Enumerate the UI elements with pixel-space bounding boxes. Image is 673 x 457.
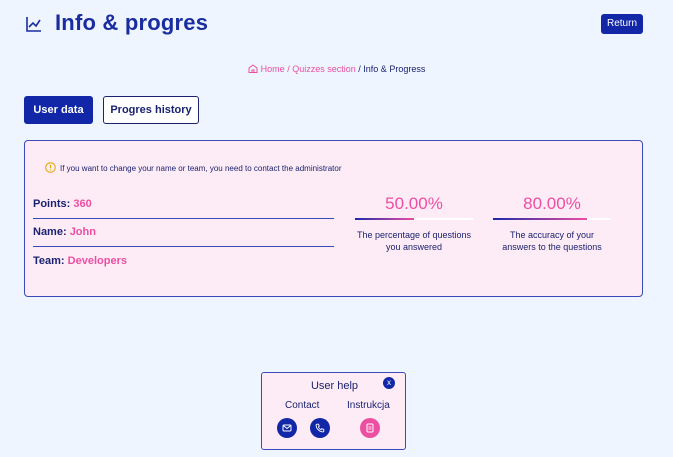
mail-button[interactable] <box>277 418 297 438</box>
mail-icon <box>282 424 292 432</box>
close-icon[interactable]: x <box>383 377 395 389</box>
admin-notice-text: If you want to change your name or team,… <box>60 164 342 173</box>
breadcrumb-separator: / <box>287 64 290 74</box>
answered-percentage-description: The percentage of questions you answered <box>356 230 472 252</box>
points-label: Points: <box>33 198 71 210</box>
accuracy-value: 80.00% <box>523 194 581 213</box>
home-icon <box>248 64 258 73</box>
points-value: 360 <box>73 198 92 210</box>
points-row: Points: 360 <box>33 198 334 219</box>
answered-progress-bar <box>355 218 473 220</box>
team-row: Team: Developers <box>33 255 334 267</box>
breadcrumb-separator: / <box>358 64 361 74</box>
user-data-card: If you want to change your name or team,… <box>24 140 643 297</box>
answered-percentage-value: 50.00% <box>385 194 443 213</box>
return-button[interactable]: Return <box>601 14 643 34</box>
accuracy-progress-fill <box>493 218 588 220</box>
breadcrumb-quizzes-link[interactable]: Quizzes section <box>292 64 356 74</box>
warning-icon <box>45 162 56 173</box>
answered-percentage-stat: 50.00% The percentage of questions you a… <box>354 194 474 253</box>
name-value: John <box>69 226 96 238</box>
tab-user-data[interactable]: User data <box>24 96 93 124</box>
accuracy-description: The accuracy of your answers to the ques… <box>502 230 602 252</box>
admin-notice: If you want to change your name or team,… <box>45 162 342 173</box>
user-help-panel: User help x Contact Instrukcja <box>261 372 406 450</box>
tab-progres-history[interactable]: Progres history <box>103 96 199 124</box>
contact-label: Contact <box>285 400 320 411</box>
breadcrumb-home-link[interactable]: Home <box>261 64 285 74</box>
phone-button[interactable] <box>310 418 330 438</box>
chart-line-icon <box>26 17 41 32</box>
name-label: Name: <box>33 226 67 238</box>
instructions-label: Instrukcja <box>347 400 390 411</box>
name-row: Name: John <box>33 226 334 247</box>
team-value: Developers <box>67 255 127 267</box>
team-label: Team: <box>33 255 65 267</box>
breadcrumb: Home / Quizzes section / Info & Progress <box>0 64 673 74</box>
instructions-button[interactable] <box>360 418 380 438</box>
answered-progress-fill <box>355 218 414 220</box>
page-title: Info & progres <box>55 10 209 35</box>
document-icon <box>366 423 374 433</box>
accuracy-progress-bar <box>493 218 611 220</box>
phone-icon <box>315 423 325 433</box>
accuracy-stat: 80.00% The accuracy of your answers to t… <box>492 194 612 253</box>
breadcrumb-current: Info & Progress <box>363 64 426 74</box>
